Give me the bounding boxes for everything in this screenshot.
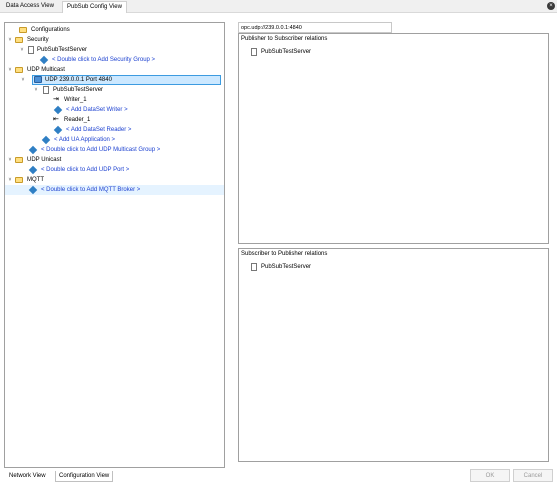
tree-item-label: Security bbox=[27, 37, 49, 43]
tree-item-security-server[interactable]: ˅ PubSubTestServer bbox=[5, 45, 224, 55]
add-node-icon bbox=[41, 135, 51, 145]
tree-item-label: < Add UA Application > bbox=[54, 137, 116, 143]
tree-item-udp-port[interactable]: ˅ UDP 239.0.0.1 Port 4840 bbox=[5, 75, 224, 85]
server-icon bbox=[251, 263, 257, 271]
close-icon[interactable]: × bbox=[547, 2, 555, 10]
list-item-label: PubSubTestServer bbox=[261, 264, 312, 270]
tree-item-label: MQTT bbox=[27, 177, 44, 183]
chevron-down-icon[interactable]: ˅ bbox=[7, 65, 13, 75]
tree-item-add-writer[interactable]: < Add DataSet Writer > bbox=[5, 105, 224, 115]
tree-item-label: < Double click to Add Security Group > bbox=[52, 57, 156, 63]
tree-item-label: PubSubTestServer bbox=[53, 87, 104, 93]
tree-item-udp-unicast[interactable]: ˅ UDP Unicast bbox=[5, 155, 224, 165]
tree-item-label: Reader_1 bbox=[64, 117, 91, 123]
writer-icon: ⇥ bbox=[53, 96, 59, 103]
panel-title: Subscriber to Publisher relations bbox=[241, 251, 328, 257]
folder-icon bbox=[15, 157, 23, 163]
tab-pubsub-config-view[interactable]: PubSub Config View bbox=[62, 1, 127, 13]
folder-icon bbox=[15, 177, 23, 183]
tree-item-label: < Add DataSet Reader > bbox=[66, 127, 132, 133]
folder-icon bbox=[15, 67, 23, 73]
tree-item-label: Writer_1 bbox=[64, 97, 87, 103]
tree-item-add-security-group[interactable]: < Double click to Add Security Group > bbox=[5, 55, 224, 65]
tree-item-add-multicast-group[interactable]: < Double click to Add UDP Multicast Grou… bbox=[5, 145, 224, 155]
tree-item-udp-multicast[interactable]: ˅ UDP Multicast bbox=[5, 65, 224, 75]
tab-network-view[interactable]: Network View bbox=[6, 471, 49, 482]
tree-item-add-mqtt-broker[interactable]: < Double click to Add MQTT Broker > bbox=[5, 185, 224, 195]
tab-configuration-view[interactable]: Configuration View bbox=[55, 471, 114, 482]
list-item-label: PubSubTestServer bbox=[261, 49, 312, 55]
folder-icon bbox=[19, 27, 27, 33]
tree-item-udp-server[interactable]: ˅ PubSubTestServer bbox=[5, 85, 224, 95]
tree-item-add-reader[interactable]: < Add DataSet Reader > bbox=[5, 125, 224, 135]
url-field[interactable]: opc.udp://239.0.0.1:4840 bbox=[238, 22, 392, 33]
chevron-down-icon[interactable]: ˅ bbox=[7, 175, 13, 185]
chevron-down-icon[interactable]: ˅ bbox=[20, 75, 26, 85]
cancel-button[interactable]: Cancel bbox=[513, 469, 553, 482]
chevron-down-icon[interactable]: ˅ bbox=[7, 155, 13, 165]
reader-icon: ⇤ bbox=[53, 116, 59, 123]
tree-item-label: UDP Multicast bbox=[27, 67, 65, 73]
tree-item-add-ua-application[interactable]: < Add UA Application > bbox=[5, 135, 224, 145]
panel-title: Publisher to Subscriber relations bbox=[241, 36, 328, 42]
pub-to-sub-panel[interactable]: Publisher to Subscriber relations PubSub… bbox=[238, 33, 549, 244]
tree-item-label: < Double click to Add MQTT Broker > bbox=[41, 187, 141, 193]
chevron-down-icon[interactable]: ˅ bbox=[33, 85, 39, 95]
ok-button[interactable]: OK bbox=[470, 469, 510, 482]
tree-item-label: PubSubTestServer bbox=[37, 47, 88, 53]
tree-item-reader[interactable]: ⇤ Reader_1 bbox=[5, 115, 224, 125]
add-node-icon bbox=[39, 55, 49, 65]
tree-item-writer[interactable]: ⇥ Writer_1 bbox=[5, 95, 224, 105]
server-icon bbox=[28, 46, 34, 54]
tree-item-label: < Double click to Add UDP Port > bbox=[41, 167, 130, 173]
tree-item-label: < Double click to Add UDP Multicast Grou… bbox=[41, 147, 161, 153]
network-tree[interactable]: Configurations ˅ Security ˅ PubSubTestSe… bbox=[4, 22, 225, 468]
tree-item-configurations[interactable]: Configurations bbox=[5, 25, 224, 35]
tree-item-label: UDP 239.0.0.1 Port 4840 bbox=[45, 77, 112, 83]
server-icon bbox=[251, 48, 257, 56]
tree-item-add-udp-port[interactable]: < Double click to Add UDP Port > bbox=[5, 165, 224, 175]
add-node-icon bbox=[28, 185, 38, 195]
tree-item-label: Configurations bbox=[31, 27, 70, 33]
chevron-down-icon[interactable]: ˅ bbox=[19, 45, 25, 55]
add-node-icon bbox=[53, 105, 63, 115]
tab-data-access-view[interactable]: Data Access View bbox=[2, 1, 58, 13]
add-node-icon bbox=[28, 145, 38, 155]
network-icon bbox=[34, 76, 42, 83]
top-tab-bar: Data Access View PubSub Config View × bbox=[0, 0, 557, 13]
add-node-icon bbox=[28, 165, 38, 175]
folder-icon bbox=[15, 37, 23, 43]
tree-item-label: UDP Unicast bbox=[27, 157, 62, 163]
tree-item-mqtt[interactable]: ˅ MQTT bbox=[5, 175, 224, 185]
server-icon bbox=[43, 86, 49, 94]
tree-item-security[interactable]: ˅ Security bbox=[5, 35, 224, 45]
tree-item-label: < Add DataSet Writer > bbox=[66, 107, 128, 113]
chevron-down-icon[interactable]: ˅ bbox=[7, 35, 13, 45]
sub-to-pub-panel[interactable]: Subscriber to Publisher relations PubSub… bbox=[238, 248, 549, 462]
add-node-icon bbox=[53, 125, 63, 135]
